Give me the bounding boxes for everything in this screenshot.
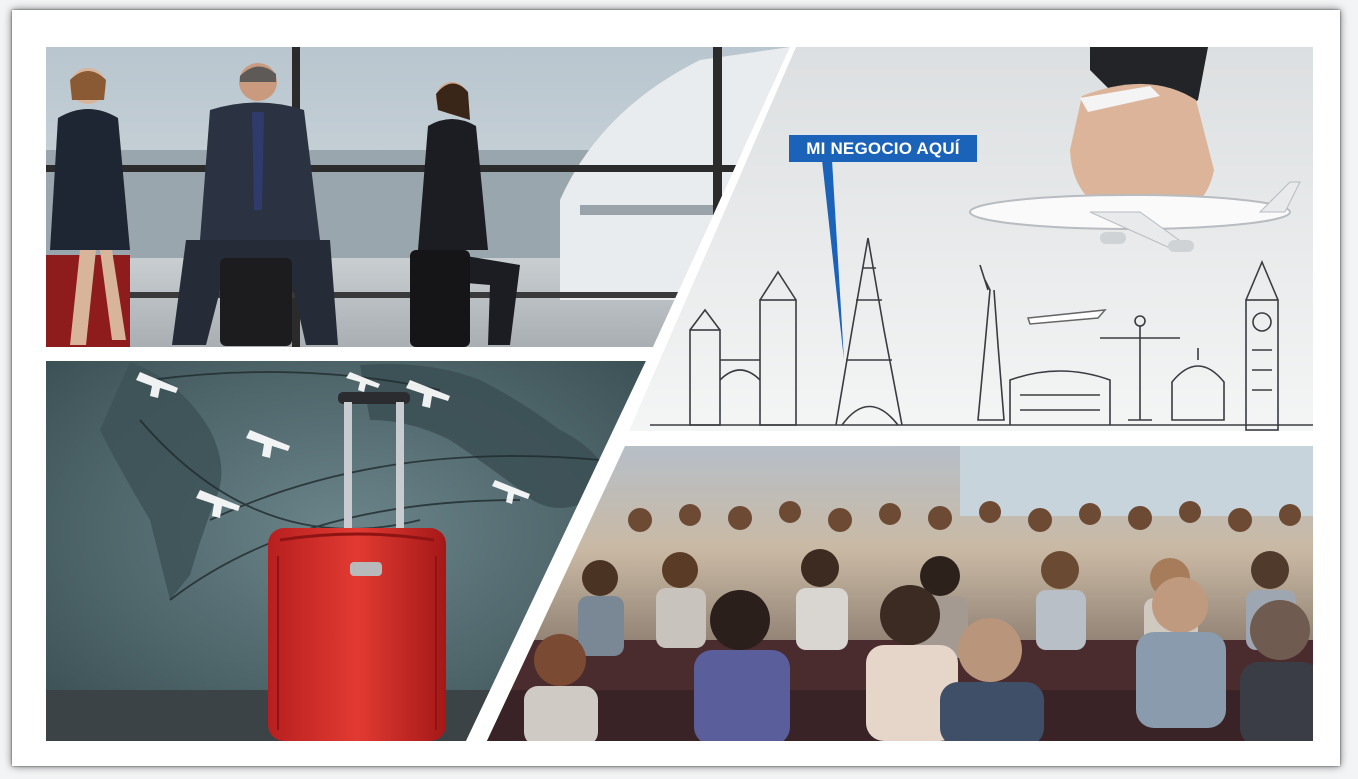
conference-panel bbox=[487, 446, 1313, 741]
photo-collage bbox=[46, 47, 1313, 741]
callout-label: MI NEGOCIO AQUÍ bbox=[789, 135, 977, 162]
